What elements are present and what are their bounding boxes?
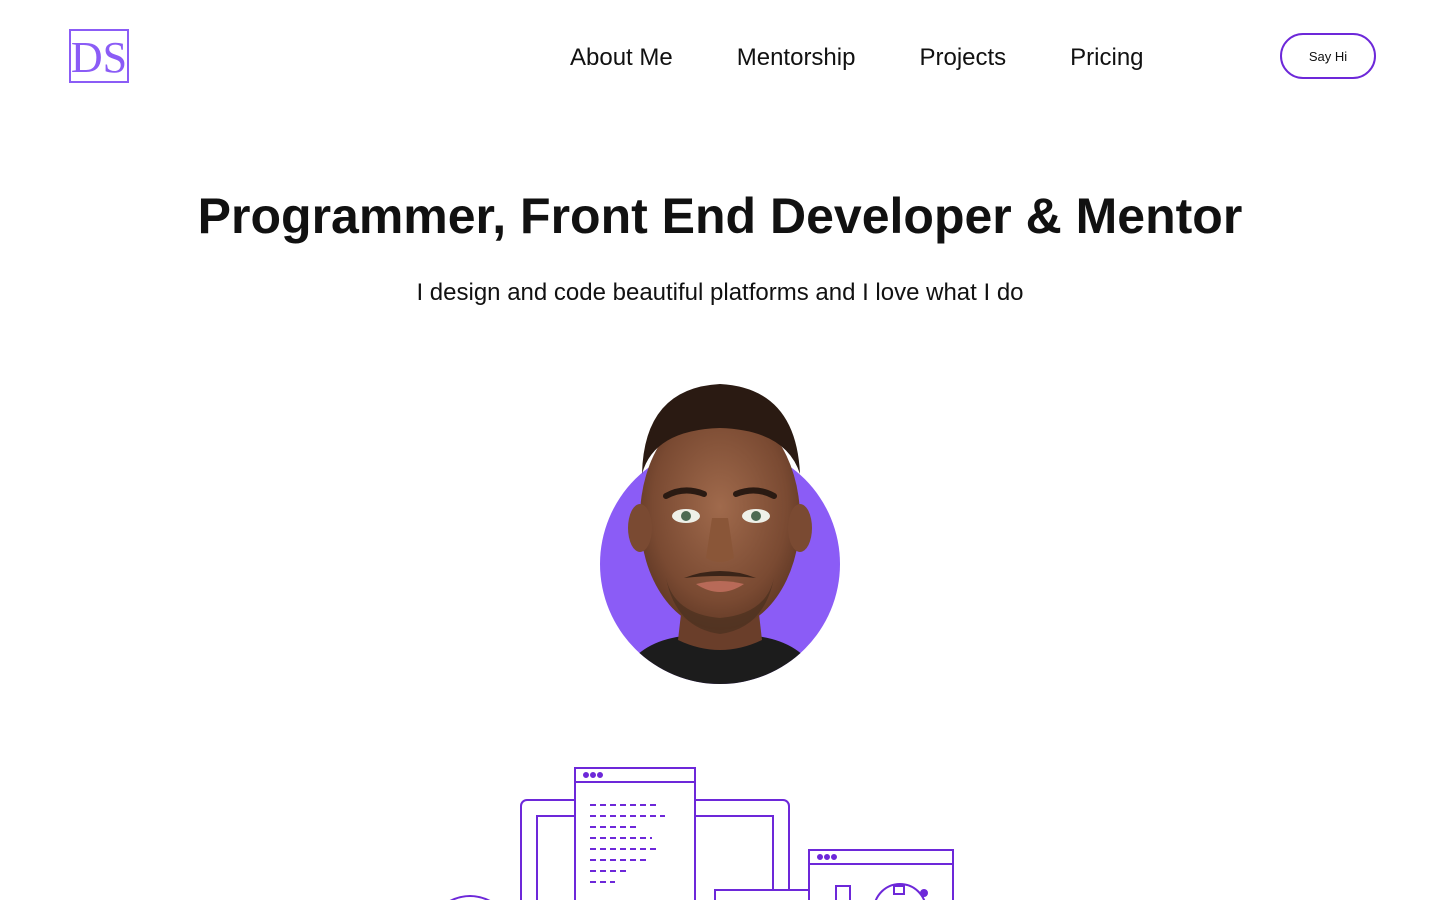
main-nav: About Me Mentorship Projects Pricing [570,44,1144,72]
hero-subtitle: I design and code beautiful platforms an… [416,279,1024,306]
devices-code-illustration [440,760,960,900]
say-hi-button[interactable]: Say Hi [1280,33,1376,79]
logo-icon: DS [69,29,129,83]
nav-link-pricing[interactable]: Pricing [1070,44,1143,72]
page: DS About Me Mentorship Projects Pricing … [0,0,1440,900]
avatar [596,378,844,688]
logo-text: DS [71,33,127,82]
nav-link-mentorship[interactable]: Mentorship [737,44,856,72]
logo[interactable]: DS [68,28,132,84]
hero-title: Programmer, Front End Developer & Mentor [197,188,1243,244]
nav-link-projects[interactable]: Projects [919,44,1006,72]
avatar-portrait-icon [600,384,840,684]
devices-code-illustration-icon [449,767,954,900]
nav-link-about-me[interactable]: About Me [570,44,673,72]
